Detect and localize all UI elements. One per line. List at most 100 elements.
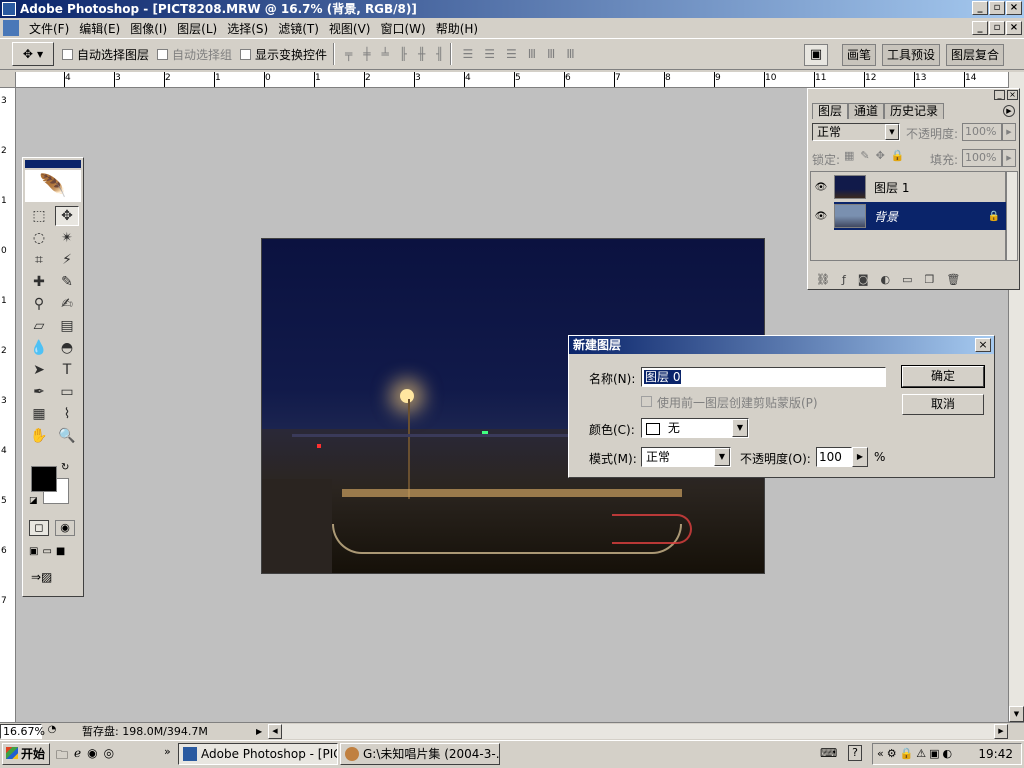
- fill-field[interactable]: 100%: [962, 149, 1002, 167]
- taskbar-photoshop-button[interactable]: Adobe Photoshop - [PIC...: [178, 743, 338, 765]
- start-button[interactable]: 开始: [2, 743, 50, 765]
- distribute-right-icon[interactable]: Ⅲ: [566, 47, 575, 61]
- auto-select-layer-option[interactable]: 自动选择图层: [62, 46, 149, 63]
- adjustment-layer-icon[interactable]: ◐: [881, 273, 891, 286]
- doc-close-button[interactable]: ×: [1006, 21, 1022, 35]
- close-button[interactable]: ×: [1006, 1, 1022, 15]
- default-colors-icon[interactable]: ◪: [29, 496, 38, 506]
- blend-mode-select[interactable]: 正常 ▼: [812, 123, 900, 141]
- auto-select-group-option[interactable]: 自动选择组: [157, 46, 232, 63]
- photoshop-feather-icon[interactable]: 🪶: [25, 170, 81, 202]
- dialog-close-button[interactable]: ×: [975, 338, 991, 352]
- new-layer-icon[interactable]: ❐: [925, 273, 935, 286]
- palette-titlebar[interactable]: _ ×: [808, 89, 1019, 101]
- scroll-right-icon[interactable]: ▶: [994, 723, 1008, 739]
- quicklaunch-browser-icon[interactable]: ◎: [104, 746, 114, 767]
- eraser-tool-icon[interactable]: ▱: [27, 316, 51, 336]
- healing-brush-tool-icon[interactable]: ✚: [27, 272, 51, 292]
- horizontal-scrollbar[interactable]: [282, 723, 994, 739]
- new-group-icon[interactable]: ▭: [902, 273, 912, 286]
- color-select[interactable]: 无 ▼: [641, 418, 749, 438]
- taskbar-folder-button[interactable]: G:\未知唱片集 (2004-3-...: [340, 743, 500, 765]
- menu-layer[interactable]: 图层(L): [172, 20, 222, 37]
- shape-tool-icon[interactable]: ▭: [55, 382, 79, 402]
- notes-tool-icon[interactable]: ▦: [27, 404, 51, 424]
- ok-button[interactable]: 确定: [901, 365, 985, 388]
- menu-image[interactable]: 图像(I): [125, 20, 172, 37]
- screen-mode-menubar-icon[interactable]: ▭: [42, 546, 51, 557]
- eyedropper-tool-icon[interactable]: ⌇: [55, 404, 79, 424]
- auto-select-group-checkbox[interactable]: [157, 48, 169, 60]
- name-input[interactable]: 图层 0: [641, 367, 886, 387]
- path-selection-tool-icon[interactable]: ➤: [27, 360, 51, 380]
- minimize-button[interactable]: _: [972, 1, 988, 15]
- magic-wand-tool-icon[interactable]: ✴: [55, 228, 79, 248]
- align-hcenter-icon[interactable]: ╫: [418, 47, 426, 61]
- well-tool-presets[interactable]: 工具预设: [882, 44, 941, 66]
- quick-mask-icon[interactable]: ◉: [55, 520, 75, 536]
- align-top-icon[interactable]: ╤: [345, 47, 353, 61]
- lock-position-icon[interactable]: ✥: [876, 149, 885, 162]
- menu-window[interactable]: 窗口(W): [375, 20, 430, 37]
- lasso-tool-icon[interactable]: ◌: [27, 228, 51, 248]
- keyboard-icon[interactable]: ⌨: [820, 746, 837, 760]
- tab-channels[interactable]: 通道: [848, 103, 885, 119]
- marquee-tool-icon[interactable]: ⬚: [27, 206, 51, 226]
- gradient-tool-icon[interactable]: ▤: [55, 316, 79, 336]
- taskbar-chevron-icon[interactable]: »: [164, 745, 171, 758]
- layer-row[interactable]: 图层 1: [834, 173, 1006, 201]
- menu-edit[interactable]: 编辑(E): [74, 20, 125, 37]
- toolbox-titlebar[interactable]: [25, 160, 81, 168]
- well-brushes[interactable]: 画笔: [842, 44, 877, 66]
- menu-select[interactable]: 选择(S): [222, 20, 273, 37]
- zoom-tool-icon[interactable]: 🔍: [55, 426, 79, 446]
- tray-icons[interactable]: «⚙🔒⚠▣◐: [877, 744, 955, 764]
- opacity-field[interactable]: 100%: [962, 123, 1002, 141]
- crop-tool-icon[interactable]: ⌗: [27, 250, 51, 270]
- lock-all-icon[interactable]: 🔒: [891, 149, 905, 162]
- status-arrow-icon[interactable]: ▶: [256, 727, 268, 736]
- status-menu-icon[interactable]: ◔: [44, 724, 60, 739]
- layer-row-selected[interactable]: 背景 🔒: [834, 202, 1006, 230]
- trash-icon[interactable]: 🗑: [946, 273, 960, 286]
- scroll-left-icon[interactable]: ◀: [268, 723, 282, 739]
- lock-image-icon[interactable]: ✎: [860, 149, 869, 162]
- palette-close-button[interactable]: ×: [1007, 90, 1018, 100]
- history-brush-tool-icon[interactable]: ✍: [55, 294, 79, 314]
- brush-tool-icon[interactable]: ✎: [55, 272, 79, 292]
- align-vcenter-icon[interactable]: ╪: [363, 47, 371, 61]
- quicklaunch-ie-icon[interactable]: ℯ: [74, 746, 81, 767]
- distribute-bottom-icon[interactable]: ☰: [506, 47, 518, 61]
- fill-slider-icon[interactable]: ▶: [1002, 149, 1016, 167]
- zoom-field[interactable]: 16.67%: [0, 723, 45, 739]
- distribute-top-icon[interactable]: ☰: [462, 47, 474, 61]
- tool-preset-picker[interactable]: ✥ ▼: [12, 42, 54, 66]
- clone-stamp-tool-icon[interactable]: ⚲: [27, 294, 51, 314]
- auto-select-layer-checkbox[interactable]: [62, 48, 73, 60]
- menu-file[interactable]: 文件(F): [24, 20, 74, 37]
- tab-layers[interactable]: 图层: [812, 103, 849, 119]
- help-icon[interactable]: ?: [848, 745, 862, 761]
- slice-tool-icon[interactable]: ⚡: [55, 250, 79, 270]
- foreground-color-swatch[interactable]: [31, 466, 57, 492]
- palette-menu-icon[interactable]: ▶: [1003, 105, 1015, 117]
- align-left-icon[interactable]: ╟: [400, 47, 408, 61]
- well-layer-comps[interactable]: 图层复合: [946, 44, 1005, 66]
- lock-transparent-icon[interactable]: ▦: [844, 149, 854, 162]
- eye-icon[interactable]: 👁: [811, 173, 831, 201]
- ruler-origin[interactable]: [0, 72, 16, 88]
- screen-mode-standard-icon[interactable]: ▣: [29, 546, 38, 557]
- opacity-input[interactable]: 100: [816, 447, 852, 467]
- restore-button[interactable]: ▫: [989, 1, 1005, 15]
- doc-minimize-button[interactable]: _: [972, 21, 988, 35]
- dodge-tool-icon[interactable]: ◓: [55, 338, 79, 358]
- jump-to-imageready-icon[interactable]: ⇒▨: [31, 570, 71, 588]
- file-browser-icon[interactable]: ▣: [804, 44, 828, 66]
- pen-tool-icon[interactable]: ✒: [27, 382, 51, 402]
- layer-mask-icon[interactable]: ◙: [858, 273, 869, 286]
- menu-view[interactable]: 视图(V): [324, 20, 376, 37]
- type-tool-icon[interactable]: T: [55, 360, 79, 380]
- menu-filter[interactable]: 滤镜(T): [273, 20, 324, 37]
- standard-mode-icon[interactable]: ◻: [29, 520, 49, 536]
- mode-select[interactable]: 正常 ▼: [641, 447, 731, 467]
